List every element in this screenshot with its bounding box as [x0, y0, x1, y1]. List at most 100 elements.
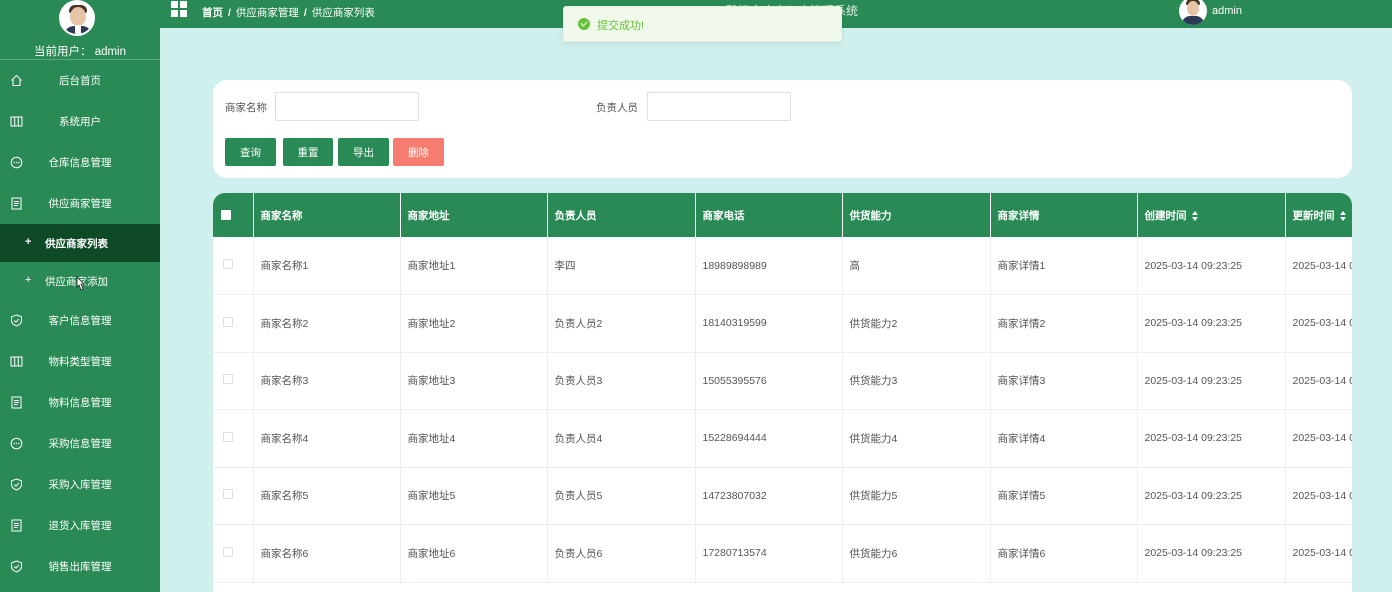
table-cell: 商家地址4 [400, 409, 548, 467]
menu-grid-icon[interactable] [171, 1, 187, 17]
table-cell: 负责人员3 [547, 352, 696, 410]
sort-caret-icon[interactable] [1191, 210, 1199, 221]
sort-caret-icon[interactable] [1339, 210, 1347, 221]
row-checkbox[interactable] [223, 431, 233, 442]
table-cell: 2025-03-14 09:23:25 [1137, 294, 1286, 352]
table-row[interactable]: 商家名称6 商家地址6 负责人员6 17280713574 供货能力6 商家详情6 2025… [213, 524, 1352, 582]
table-cell: 商家地址2 [400, 294, 548, 352]
supplier-table: 商家名称 商家地址 负责人员 商家电话 供货能力 商家详情 创建时间 更新时间 商家名称1 商家… [213, 193, 1352, 583]
row-checkbox-cell[interactable] [213, 409, 254, 467]
table-cell: 2025-03-14 09:23:25 [1285, 237, 1352, 295]
table-cell: 商家详情5 [990, 467, 1138, 525]
merchant-name-input[interactable] [275, 92, 419, 121]
table-row[interactable]: 商家名称3 商家地址3 负责人员3 15055395576 供货能力3 商家详情3 2025… [213, 352, 1352, 410]
sidebar-bottom-item-1[interactable]: 物料类型管理 [0, 341, 160, 382]
success-toast: 提交成功! [563, 6, 842, 42]
table-cell: 15055395576 [695, 352, 843, 410]
mouse-cursor-icon [76, 276, 85, 291]
sidebar-bottom-item-2[interactable]: 物料信息管理 [0, 382, 160, 423]
sidebar-bottom-item-3[interactable]: 采购信息管理 [0, 423, 160, 464]
table-cell: 供货能力6 [842, 524, 991, 582]
column-header[interactable]: 创建时间 [1137, 193, 1286, 237]
plus-icon: + [25, 236, 32, 248]
merchant-name-label: 商家名称 [225, 102, 267, 114]
row-checkbox-cell[interactable] [213, 467, 254, 525]
table-row[interactable]: 商家名称4 商家地址4 负责人员4 15228694444 供货能力4 商家详情4 2025… [213, 409, 1352, 467]
table-cell: 2025-03-14 09:23:25 [1137, 409, 1286, 467]
plus-icon: + [25, 274, 32, 286]
column-header: 负责人员 [547, 193, 696, 237]
table-cell: 负责人员5 [547, 467, 696, 525]
query-button[interactable]: 查询 [225, 138, 276, 166]
table-cell: 商家地址5 [400, 467, 548, 525]
table-cell: 负责人员2 [547, 294, 696, 352]
table-cell: 18140319599 [695, 294, 843, 352]
sidebar-top-item-3[interactable]: 供应商家管理 [0, 183, 160, 224]
sidebar-top-item-0[interactable]: 后台首页 [0, 60, 160, 101]
table-cell: 商家详情3 [990, 352, 1138, 410]
table-cell: 2025-03-14 09:23:25 [1137, 237, 1286, 295]
sidebar-bottom-item-4[interactable]: 采购入库管理 [0, 464, 160, 505]
sidebar-item-label: 物料类型管理 [48, 356, 112, 368]
table-cell: 18989898989 [695, 237, 843, 295]
supplier-table-panel: 商家名称 商家地址 负责人员 商家电话 供货能力 商家详情 创建时间 更新时间 商家名称1 商家… [213, 193, 1352, 592]
select-all-checkbox[interactable] [221, 209, 231, 220]
row-checkbox[interactable] [223, 489, 233, 500]
table-cell: 高 [842, 237, 991, 295]
sidebar-top-item-2[interactable]: 仓库信息管理 [0, 142, 160, 183]
sidebar-bottom-item-6[interactable]: 销售出库管理 [0, 546, 160, 587]
sidebar-subitem-0[interactable]: + 供应商家列表 [0, 224, 160, 262]
row-checkbox-cell[interactable] [213, 237, 254, 295]
sidebar-top-item-1[interactable]: 系统用户 [0, 101, 160, 142]
sidebar-bottom-item-5[interactable]: 退货入库管理 [0, 505, 160, 546]
search-panel: 商家名称 负责人员 查询 重置 导出 删除 [213, 80, 1352, 178]
table-row[interactable]: 商家名称2 商家地址2 负责人员2 18140319599 供货能力2 商家详情2 2025… [213, 294, 1352, 352]
reset-button[interactable]: 重置 [283, 138, 333, 166]
table-cell: 商家详情1 [990, 237, 1138, 295]
sidebar-item-label: 系统用户 [59, 116, 101, 128]
table-cell: 2025-03-14 09:23:25 [1285, 409, 1352, 467]
table-cell: 商家名称4 [253, 409, 401, 467]
column-header: 商家详情 [990, 193, 1138, 237]
row-checkbox[interactable] [223, 259, 233, 269]
top-avatar[interactable] [1179, 0, 1207, 25]
table-cell: 商家名称6 [253, 524, 401, 582]
table-cell: 负责人员6 [547, 524, 696, 582]
row-checkbox[interactable] [223, 546, 233, 557]
column-header: 商家名称 [253, 193, 401, 237]
row-checkbox-cell[interactable] [213, 524, 254, 582]
select-all-checkbox-cell[interactable] [213, 193, 254, 237]
row-checkbox-cell[interactable] [213, 294, 254, 352]
sidebar-item-label: 采购入库管理 [48, 479, 112, 491]
column-header: 商家地址 [400, 193, 548, 237]
breadcrumb-level1[interactable]: 供应商家管理 [236, 7, 299, 19]
table-cell: 2025-03-14 09:23:25 [1285, 294, 1352, 352]
table-row[interactable]: 商家名称1 商家地址1 李四 18989898989 高商家详情1 2025-03-14 … [213, 237, 1352, 295]
column-header[interactable]: 更新时间 [1285, 193, 1352, 237]
sidebar-subitem-label: 供应商家列表 [45, 237, 108, 250]
sidebar-header: 当前用户： admin [0, 0, 160, 60]
table-cell: 商家详情6 [990, 524, 1138, 582]
table-row[interactable]: 商家名称5 商家地址5 负责人员5 14723807032 供货能力5 商家详情5 2025… [213, 467, 1352, 525]
table-cell: 供货能力4 [842, 409, 991, 467]
top-username[interactable]: admin [1212, 5, 1242, 17]
row-checkbox[interactable] [223, 316, 233, 327]
person-input[interactable] [647, 92, 791, 121]
table-header-row: 商家名称 商家地址 负责人员 商家电话 供货能力 商家详情 创建时间 更新时间 [213, 193, 1352, 237]
table-cell: 2025-03-14 09:23:25 [1137, 524, 1286, 582]
delete-button[interactable]: 删除 [393, 138, 444, 166]
breadcrumb-home[interactable]: 首页 [202, 7, 223, 19]
export-button[interactable]: 导出 [338, 138, 389, 166]
breadcrumb-level2: 供应商家列表 [311, 7, 375, 19]
row-checkbox[interactable] [223, 374, 233, 385]
sidebar-item-label: 后台首页 [59, 75, 101, 87]
table-cell: 2025-03-14 09:23:25 [1137, 467, 1286, 525]
row-checkbox-cell[interactable] [213, 352, 254, 410]
table-cell: 14723807032 [695, 467, 843, 525]
sidebar-item-label: 退货入库管理 [48, 520, 112, 532]
breadcrumb: 首页 / 供应商家管理 / 供应商家列表 [202, 7, 375, 19]
table-cell: 商家地址3 [400, 352, 548, 410]
avatar [59, 0, 95, 36]
sidebar-bottom-item-0[interactable]: 客户信息管理 [0, 300, 160, 341]
table-cell: 商家地址1 [400, 237, 548, 295]
